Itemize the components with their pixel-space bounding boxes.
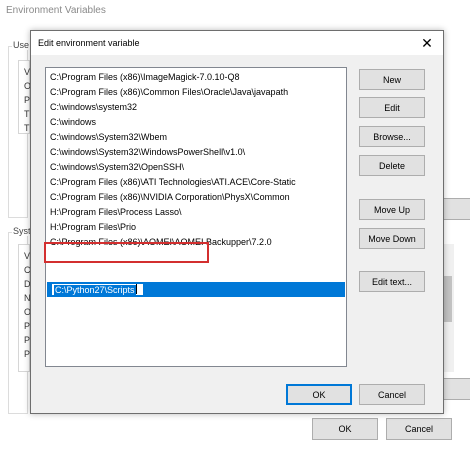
system-variables-delete-button-partial[interactable] xyxy=(440,378,470,400)
dialog-title-bar: Edit environment variable ✕ xyxy=(31,31,443,55)
delete-button[interactable]: Delete xyxy=(359,155,425,176)
background-title-bar: Environment Variables xyxy=(0,0,474,24)
move-up-button[interactable]: Move Up xyxy=(359,199,425,220)
path-edit-input[interactable]: C:\Python27\Scripts xyxy=(51,283,144,296)
path-list-item[interactable]: C:\windows\System32\Wbem xyxy=(50,130,167,144)
dialog-title: Edit environment variable xyxy=(38,38,140,48)
move-down-button[interactable]: Move Down xyxy=(359,228,425,249)
path-list-item[interactable]: H:\Program Files\Process Lasso\ xyxy=(50,205,182,219)
text-caret xyxy=(135,284,137,294)
edit-button[interactable]: Edit xyxy=(359,97,425,118)
path-list-item[interactable]: C:\windows xyxy=(50,115,96,129)
new-button[interactable]: New xyxy=(359,69,425,90)
path-list-item[interactable]: C:\Program Files (x86)\AOMEI\AOMEI Backu… xyxy=(50,235,272,249)
browse-button[interactable]: Browse... xyxy=(359,126,425,147)
user-variables-group-label: Use xyxy=(12,40,31,50)
background-ok-button[interactable]: OK xyxy=(312,418,378,440)
path-list-item[interactable]: C:\windows\System32\OpenSSH\ xyxy=(50,160,184,174)
background-window-title: Environment Variables xyxy=(6,5,106,16)
edit-environment-variable-dialog: Edit environment variable ✕ C:\Program F… xyxy=(30,30,444,414)
user-variables-list[interactable]: V O P T T xyxy=(18,60,31,134)
selected-path-row[interactable]: C:\Python27\Scripts xyxy=(47,282,345,297)
ok-button[interactable]: OK xyxy=(286,384,352,405)
path-list-item[interactable]: C:\windows\System32\WindowsPowerShell\v1… xyxy=(50,145,245,159)
close-icon[interactable]: ✕ xyxy=(416,34,438,52)
background-cancel-button[interactable]: Cancel xyxy=(386,418,452,440)
path-list[interactable]: C:\Program Files (x86)\ImageMagick-7.0.1… xyxy=(45,67,347,367)
cancel-button[interactable]: Cancel xyxy=(359,384,425,405)
user-variables-delete-button-partial[interactable] xyxy=(440,198,470,220)
path-edit-text: C:\Python27\Scripts xyxy=(54,285,136,295)
path-list-item[interactable]: C:\Program Files (x86)\ATI Technologies\… xyxy=(50,175,296,189)
system-variables-group-label: Syst xyxy=(12,226,32,236)
path-list-item[interactable]: C:\windows\system32 xyxy=(50,100,137,114)
edit-text-button[interactable]: Edit text... xyxy=(359,271,425,292)
path-list-item[interactable]: H:\Program Files\Prio xyxy=(50,220,136,234)
path-list-item[interactable]: C:\Program Files (x86)\NVIDIA Corporatio… xyxy=(50,190,290,204)
path-list-item[interactable]: C:\Program Files (x86)\Common Files\Orac… xyxy=(50,85,288,99)
user-variable-name: T xyxy=(24,109,30,119)
system-variables-list[interactable]: V C D N O P P P xyxy=(18,244,31,372)
user-variable-name: T xyxy=(24,123,30,133)
path-list-item[interactable]: C:\Program Files (x86)\ImageMagick-7.0.1… xyxy=(50,70,240,84)
